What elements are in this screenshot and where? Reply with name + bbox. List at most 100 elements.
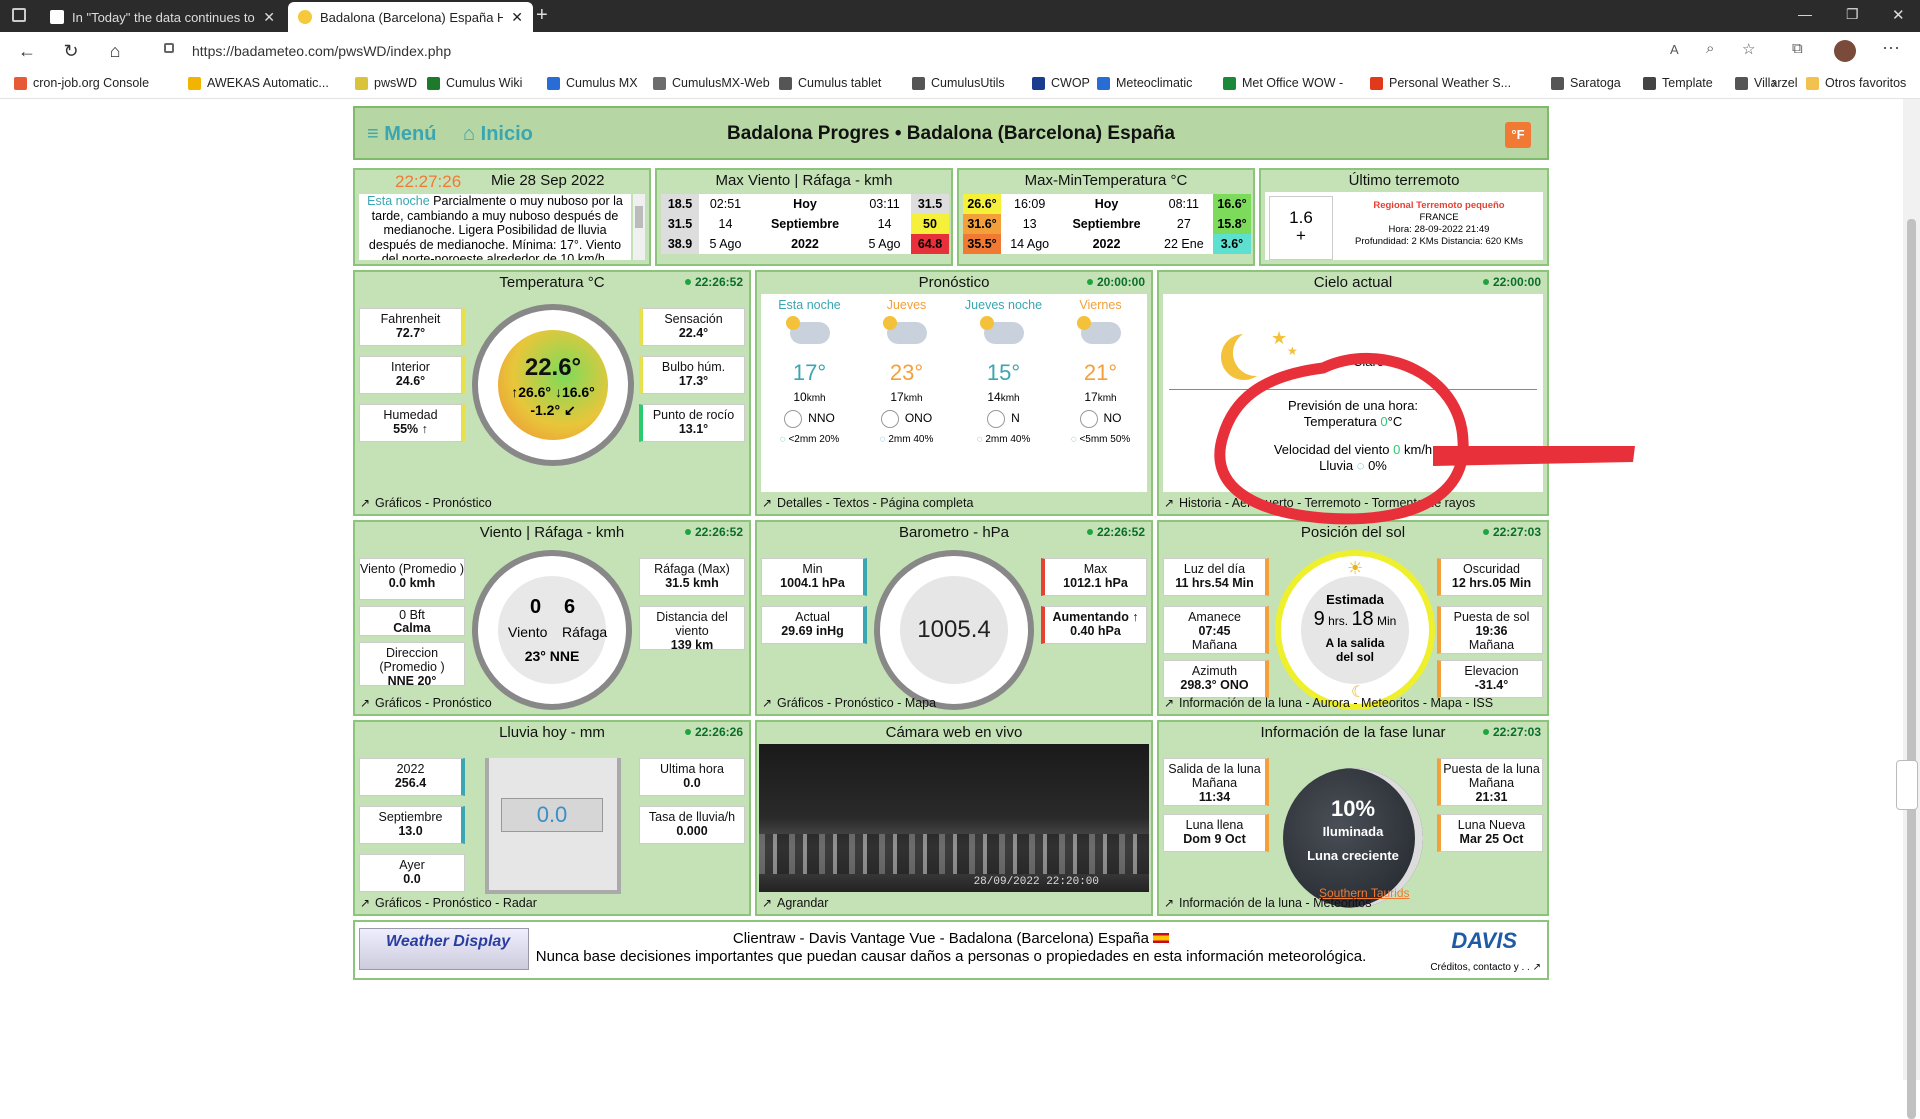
- bookmark-item[interactable]: CWOP: [1032, 76, 1090, 90]
- bookmark-item[interactable]: Met Office WOW -: [1223, 76, 1343, 90]
- table-row: 18.5 02:51 Hoy 03:11 31.5: [661, 194, 949, 214]
- tab-bar: In "Today" the data continues to ✕ Badal…: [0, 0, 1920, 32]
- moon-illuminated-pct: 10%: [1330, 796, 1376, 821]
- forecast-temp: 21°: [1083, 360, 1118, 385]
- other-favorites-folder[interactable]: Otros favoritos: [1806, 76, 1906, 90]
- close-window-button[interactable]: ✕: [1892, 6, 1905, 24]
- gust-value: 6: [564, 596, 576, 618]
- profile-avatar[interactable]: [1834, 40, 1856, 62]
- bookmark-icon: [1097, 76, 1110, 90]
- wind-bearing: 23° NNE: [524, 648, 580, 664]
- wind-compass: 0 Viento 6 Ráfaga 23° NNE: [472, 550, 632, 710]
- close-tab-icon[interactable]: ✕: [511, 9, 523, 26]
- bookmark-item[interactable]: CumulusUtils: [912, 76, 1005, 90]
- forecast-footer-link[interactable]: Detalles - Textos - Página completa: [757, 492, 1151, 514]
- moon-phase-name: Luna creciente: [1307, 848, 1399, 863]
- bookmark-item[interactable]: pwsWD: [355, 76, 417, 90]
- forecast-wind: 17kmh: [890, 390, 923, 404]
- max-min-temp-table: 26.6° 16:09 Hoy 08:11 16.6° 31.6° 13 Septiembre…: [963, 194, 1251, 254]
- bookmark-item[interactable]: Cumulus tablet: [779, 76, 881, 90]
- sidebar-tools[interactable]: [1896, 760, 1918, 810]
- forecast-scrollbar[interactable]: [633, 194, 645, 260]
- dew-point-stat: Punto de rocío 13.1°: [639, 404, 745, 442]
- bookmark-item[interactable]: Saratoga: [1551, 76, 1621, 90]
- webcam-timestamp: 28/09/2022 22:20:00: [973, 876, 1099, 888]
- tab-actions-icon[interactable]: [12, 8, 26, 22]
- forecast-day-name: Viernes: [1079, 298, 1122, 312]
- footer-line-1: Clientraw - Davis Vantage Vue - Badalona…: [355, 930, 1547, 947]
- max-wind-table: 18.5 02:51 Hoy 03:11 31.5 31.5 14 Septiembre 14 5…: [661, 194, 949, 254]
- forecast-text: Esta noche Parcialmente o muy nuboso por…: [359, 194, 631, 260]
- unit-toggle-button[interactable]: °F: [1505, 122, 1531, 148]
- sun-footer-link[interactable]: Información de la luna - Aurora - Meteor…: [1159, 692, 1547, 714]
- url-field[interactable]: https://badameteo.com/pwsWD/index.php: [192, 36, 1762, 66]
- refresh-icon[interactable]: ↻: [58, 38, 84, 64]
- rain-rate-stat: Tasa de lluvia/h 0.000: [639, 806, 745, 844]
- tab-inactive[interactable]: In "Today" the data continues to ✕: [40, 2, 285, 32]
- bookmark-icon: [14, 76, 27, 90]
- table-cell: 03:11: [869, 197, 900, 211]
- table-cell: 31.6°: [963, 214, 1001, 234]
- bookmark-item[interactable]: cron-job.org Console: [14, 76, 149, 90]
- cloud-icon: [979, 316, 1024, 344]
- bookmark-item[interactable]: Template: [1643, 76, 1713, 90]
- table-cell: 50: [911, 214, 949, 234]
- barometer-footer-link[interactable]: Gráficos - Pronóstico - Mapa: [757, 692, 1151, 714]
- wind-footer-link[interactable]: Gráficos - Pronóstico: [355, 692, 749, 714]
- bookmarks-overflow-icon[interactable]: ›: [1772, 76, 1776, 90]
- fahrenheit-stat: Fahrenheit 72.7°: [359, 308, 465, 346]
- minimize-button[interactable]: —: [1798, 6, 1812, 22]
- read-aloud-icon[interactable]: A: [1670, 42, 1679, 57]
- favorite-star-icon[interactable]: ☆: [1742, 40, 1755, 58]
- table-cell: 31.5: [911, 194, 949, 214]
- temperature-footer-link[interactable]: Gráficos - Pronóstico: [355, 492, 749, 514]
- bookmark-item[interactable]: Villarzel: [1735, 76, 1798, 90]
- temp-high: ↑26.6°: [511, 384, 552, 400]
- more-menu-icon[interactable]: ⋯: [1882, 38, 1900, 59]
- rain-footer-link[interactable]: Gráficos - Pronóstico - Radar: [355, 892, 749, 914]
- close-tab-icon[interactable]: ✕: [263, 9, 275, 26]
- moon-footer-link[interactable]: Información de la luna - Meteoritos: [1159, 892, 1547, 914]
- sunrise-countdown: 9 hrs. 18 Min: [1313, 608, 1397, 630]
- bookmark-item[interactable]: CumulusMX-Web: [653, 76, 770, 90]
- earthquake-panel: Último terremoto 1.6 + Regional Terremoto…: [1259, 168, 1549, 266]
- full-moon-stat: Luna llena Dom 9 Oct: [1163, 814, 1269, 852]
- forecast-wind-direction: NO: [1052, 410, 1149, 428]
- bookmark-item[interactable]: Cumulus MX: [547, 76, 638, 90]
- pressure-inhg-stat: Actual 29.69 inHg: [761, 606, 867, 644]
- table-cell: 64.8: [911, 234, 949, 254]
- table-cell: 5 Ago: [868, 237, 901, 251]
- back-arrow-icon[interactable]: ←: [14, 38, 40, 64]
- table-cell: 38.9: [661, 234, 699, 254]
- home-icon[interactable]: ⌂: [102, 38, 128, 64]
- scrollbar-thumb[interactable]: [1907, 219, 1916, 1119]
- restore-button[interactable]: ❐: [1846, 6, 1859, 23]
- webcam-enlarge-link[interactable]: Agrandar: [757, 892, 1151, 914]
- bookmark-item[interactable]: Personal Weather S...: [1370, 76, 1511, 90]
- bookmark-item[interactable]: Cumulus Wiki: [427, 76, 522, 90]
- webcam-image[interactable]: 28/09/2022 22:20:00: [759, 744, 1149, 892]
- sun-favicon-icon: [298, 10, 312, 24]
- zoom-icon[interactable]: ⌕: [1706, 40, 1714, 57]
- credits-link[interactable]: Créditos, contacto y . . ↗: [1430, 962, 1541, 973]
- clock-date: Mie 28 Sep 2022: [491, 172, 605, 189]
- sun-panel: Posición del sol 22:27:03 Luz del día 11 …: [1157, 520, 1549, 716]
- collections-icon[interactable]: ⧉: [1792, 40, 1803, 57]
- new-tab-button[interactable]: +: [536, 4, 548, 27]
- page-icon: [50, 10, 64, 24]
- table-cell: Hoy: [1094, 197, 1119, 211]
- table-cell: 15.8°: [1213, 214, 1251, 234]
- scrollbar[interactable]: [1903, 99, 1920, 1119]
- tab-active[interactable]: Badalona (Barcelona) España Ho ✕: [288, 2, 533, 32]
- davis-logo[interactable]: DAVIS: [1451, 928, 1517, 954]
- table-cell: Septiembre: [1072, 217, 1141, 231]
- new-moon-stat: Luna Nueva Mar 25 Oct: [1437, 814, 1543, 852]
- temp-trend: -1.2° ↙: [530, 402, 576, 418]
- wet-bulb-stat: Bulbo húm. 17.3°: [639, 356, 745, 394]
- forecast-rain: ◌ <2mm 20%: [779, 434, 840, 445]
- sunrise-stat: Amanece 07:45 Mañana: [1163, 606, 1269, 654]
- bookmark-item[interactable]: Meteoclimatic: [1097, 76, 1192, 90]
- quake-hour: Hora: 28-09-2022 21:49: [1388, 224, 1490, 235]
- pressure-max-stat: Max 1012.1 hPa: [1041, 558, 1147, 596]
- bookmark-item[interactable]: AWEKAS Automatic...: [188, 76, 329, 90]
